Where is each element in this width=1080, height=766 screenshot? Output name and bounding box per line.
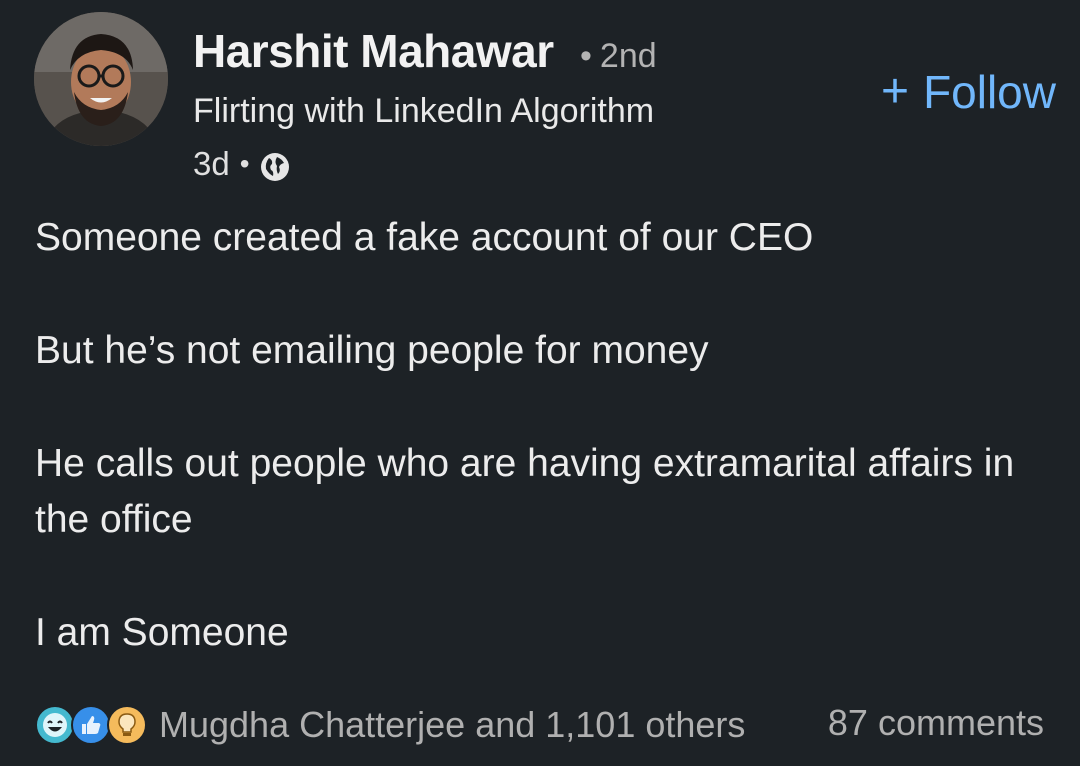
plus-icon: + — [881, 65, 910, 118]
follow-button[interactable]: + Follow — [881, 64, 1056, 120]
post-body: Someone created a fake account of our CE… — [35, 210, 1045, 718]
insightful-reaction-icon — [107, 705, 147, 745]
post-paragraph: Someone created a fake account of our CE… — [35, 216, 814, 259]
like-reaction-icon — [71, 705, 111, 745]
post-time: 3d — [193, 145, 230, 182]
reaction-icons — [35, 703, 149, 747]
author-name[interactable]: Harshit Mahawar — [193, 24, 554, 78]
separator-dot: • — [580, 37, 592, 75]
separator-dot: • — [239, 148, 250, 179]
author-headline: Flirting with LinkedIn Algorithm — [193, 92, 655, 130]
follow-label: Follow — [923, 66, 1056, 118]
post-meta: 3d • — [193, 144, 290, 184]
post-paragraph: He calls out people who are having extra… — [35, 442, 1015, 541]
globe-icon — [260, 152, 290, 182]
connection-degree: • 2nd — [580, 37, 657, 76]
feed-post: Harshit Mahawar • 2nd Flirting with Linke… — [0, 0, 1080, 766]
degree-label: 2nd — [599, 37, 657, 75]
avatar-photo — [34, 12, 168, 146]
comments-count[interactable]: 87 comments — [828, 702, 1044, 744]
post-paragraph: But he’s not emailing people for money — [35, 329, 709, 372]
social-counts: Mugdha Chatterjee and 1,101 others 87 co… — [0, 696, 1080, 756]
post-paragraph: I am Someone — [35, 611, 289, 654]
avatar[interactable] — [34, 12, 168, 146]
reactions-text: Mugdha Chatterjee and 1,101 others — [159, 704, 746, 745]
post-header: Harshit Mahawar • 2nd Flirting with Linke… — [0, 0, 1080, 200]
reactions-summary[interactable]: Mugdha Chatterjee and 1,101 others — [35, 702, 745, 748]
funny-reaction-icon — [35, 705, 75, 745]
